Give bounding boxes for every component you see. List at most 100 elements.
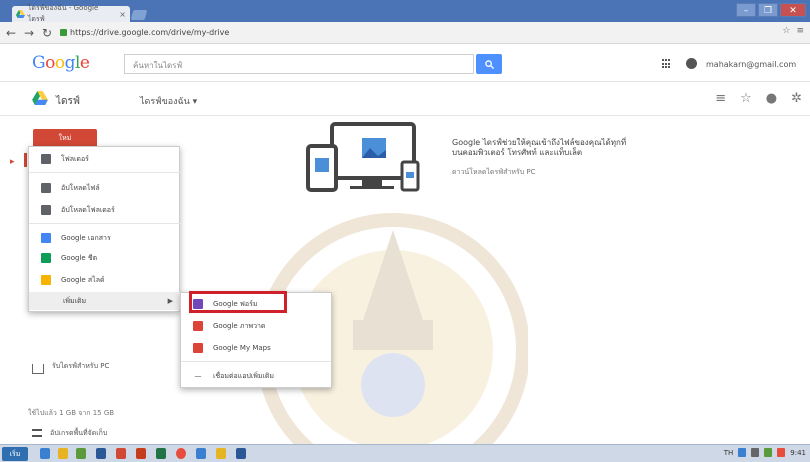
computer-icon bbox=[32, 364, 44, 374]
upload-folder-icon bbox=[41, 205, 51, 215]
highlight-box bbox=[189, 291, 287, 313]
menu-item-upload-folder[interactable]: อัปโหลดโฟลเดอร์ bbox=[29, 201, 181, 219]
taskbar-app-icon[interactable] bbox=[76, 448, 86, 459]
browser-tab[interactable]: ไดรฟ์ของฉัน - Google ไดรฟ์ × bbox=[12, 4, 130, 23]
menu-item-folder[interactable]: โฟลเดอร์ bbox=[29, 150, 181, 168]
account-email[interactable]: mahakarn@gmail.com bbox=[706, 60, 796, 69]
slides-icon bbox=[41, 275, 51, 285]
download-drive-link[interactable]: ดาวน์โหลดไดรฟ์สำหรับ PC bbox=[452, 167, 536, 178]
star-icon[interactable]: ☆ bbox=[782, 26, 790, 36]
forward-arrow-icon[interactable]: → bbox=[24, 26, 34, 40]
menu-divider bbox=[181, 361, 331, 362]
drive-logo-icon[interactable] bbox=[32, 91, 48, 105]
clock: 9:41 bbox=[790, 448, 806, 457]
taskbar-app-icon[interactable] bbox=[156, 448, 166, 459]
taskbar-app-icon[interactable] bbox=[96, 448, 106, 459]
minimize-button[interactable]: – bbox=[736, 3, 756, 17]
taskbar-app-icon[interactable] bbox=[196, 448, 206, 459]
storage-icon bbox=[32, 429, 42, 437]
menu-icon[interactable]: ≡ bbox=[796, 26, 804, 36]
empty-state-title-line2: บนคอมพิวเตอร์ โทรศัพท์ และแท็บเล็ต bbox=[452, 148, 583, 157]
volume-icon[interactable] bbox=[751, 448, 760, 457]
menu-item-label: อัปโหลดโฟลเดอร์ bbox=[61, 205, 115, 214]
taskbar-app-icon[interactable] bbox=[116, 448, 126, 459]
my-maps-icon bbox=[193, 343, 203, 353]
tray-app-icon[interactable] bbox=[777, 448, 786, 457]
search-input[interactable]: ค้นหาในไดรฟ์ bbox=[124, 54, 474, 74]
storage-used-text: ใช้ไปแล้ว 1 GB จาก 15 GB bbox=[28, 409, 115, 417]
taskbar-app-icon[interactable] bbox=[236, 448, 246, 459]
menu-item-label: โฟลเดอร์ bbox=[61, 154, 89, 163]
search-icon bbox=[484, 59, 494, 69]
browser-titlebar: ไดรฟ์ของฉัน - Google ไดรฟ์ × – ❐ ✕ bbox=[0, 0, 810, 23]
taskbar: เริ่ม TH 9:41 bbox=[0, 444, 810, 462]
empty-state-title-line1: Google ไดรฟ์ช่วยให้คุณเข้าถึงไฟล์ของคุณไ… bbox=[452, 138, 627, 147]
back-arrow-icon[interactable]: ← bbox=[6, 26, 16, 40]
drive-header: ไดรฟ์ ไดรฟ์ของฉัน ▾ ≡ ☆ ● ✲ bbox=[0, 82, 810, 116]
menu-item-google-drawings[interactable]: Google ภาพวาด bbox=[181, 317, 331, 335]
close-window-button[interactable]: ✕ bbox=[780, 3, 806, 17]
menu-item-label: Google เอกสาร bbox=[61, 233, 111, 242]
google-logo[interactable]: Google bbox=[32, 53, 90, 73]
google-header: Google ค้นหาในไดรฟ์ mahakarn@gmail.com bbox=[0, 44, 810, 82]
list-view-icon[interactable]: ≡ bbox=[715, 91, 726, 106]
address-bar-actions: ☆ ≡ bbox=[782, 26, 804, 36]
folder-icon bbox=[41, 154, 51, 164]
menu-item-label: Google ภาพวาด bbox=[213, 321, 266, 330]
chevron-right-icon: ▶ bbox=[167, 297, 173, 305]
avatar[interactable] bbox=[686, 58, 697, 69]
taskbar-app-icon[interactable] bbox=[58, 448, 68, 459]
selected-marker bbox=[24, 153, 27, 167]
tray-app-icon[interactable] bbox=[764, 448, 773, 457]
lock-icon bbox=[60, 29, 67, 36]
reload-icon[interactable]: ↻ bbox=[42, 26, 52, 40]
menu-item-label: Google My Maps bbox=[213, 344, 271, 352]
new-tab-button[interactable] bbox=[130, 10, 148, 20]
empty-state-title: Google ไดรฟ์ช่วยให้คุณเข้าถึงไฟล์ของคุณไ… bbox=[452, 138, 672, 158]
window-controls: – ❐ ✕ bbox=[736, 3, 806, 17]
settings-gear-icon[interactable]: ✲ bbox=[791, 91, 802, 106]
menu-item-label: เชื่อมต่อแอปเพิ่มเติม bbox=[213, 371, 275, 380]
menu-item-connect-apps[interactable]: — เชื่อมต่อแอปเพิ่มเติม bbox=[181, 367, 331, 385]
system-tray: TH 9:41 bbox=[724, 448, 806, 457]
docs-icon bbox=[41, 233, 51, 243]
menu-divider bbox=[29, 172, 181, 173]
menu-item-label: Google ชีต bbox=[61, 253, 98, 262]
taskbar-app-icon[interactable] bbox=[216, 448, 226, 459]
devices-illustration bbox=[306, 122, 420, 192]
start-button[interactable]: เริ่ม bbox=[2, 447, 28, 461]
menu-item-label: อัปโหลดไฟล์ bbox=[61, 183, 100, 192]
sheets-icon bbox=[41, 253, 51, 263]
menu-item-google-slides[interactable]: Google สไลด์ bbox=[29, 271, 181, 289]
drive-toolbar: ≡ ☆ ● ✲ bbox=[715, 91, 802, 106]
upgrade-storage-link[interactable]: อัปเกรดพื้นที่จัดเก็บ bbox=[50, 428, 107, 439]
url-field[interactable]: https://drive.google.com/drive/my-drive bbox=[60, 28, 229, 37]
language-indicator[interactable]: TH bbox=[724, 449, 734, 457]
search-button[interactable] bbox=[476, 54, 502, 74]
menu-item-google-sheets[interactable]: Google ชีต bbox=[29, 249, 181, 267]
maximize-button[interactable]: ❐ bbox=[758, 3, 778, 17]
drawings-icon bbox=[193, 321, 203, 331]
menu-item-label: Google สไลด์ bbox=[61, 275, 105, 284]
drive-title: ไดรฟ์ bbox=[56, 96, 80, 107]
menu-item-upload-file[interactable]: อัปโหลดไฟล์ bbox=[29, 179, 181, 197]
url-text: https://drive.google.com/drive/my-drive bbox=[70, 28, 230, 37]
tab-close-icon[interactable]: × bbox=[119, 10, 126, 19]
taskbar-app-icon[interactable] bbox=[136, 448, 146, 459]
expand-arrow-icon[interactable]: ▸ bbox=[10, 157, 15, 167]
my-drive-dropdown[interactable]: ไดรฟ์ของฉัน ▾ bbox=[140, 94, 197, 108]
menu-item-label: เพิ่มเติม bbox=[63, 296, 87, 305]
menu-item-google-my-maps[interactable]: Google My Maps bbox=[181, 339, 331, 357]
info-icon[interactable]: ● bbox=[766, 91, 777, 106]
network-icon[interactable] bbox=[738, 448, 747, 457]
sort-icon[interactable]: ☆ bbox=[740, 91, 752, 106]
taskbar-app-icon[interactable] bbox=[40, 448, 50, 459]
menu-item-google-docs[interactable]: Google เอกสาร bbox=[29, 229, 181, 247]
apps-grid-icon[interactable] bbox=[662, 59, 672, 69]
new-menu: โฟลเดอร์ อัปโหลดไฟล์ อัปโหลดโฟลเดอร์ Goo… bbox=[28, 146, 181, 312]
chrome-taskbar-icon[interactable] bbox=[176, 448, 186, 459]
menu-item-more[interactable]: เพิ่มเติม ▶ bbox=[29, 292, 181, 310]
upload-file-icon bbox=[41, 183, 51, 193]
get-drive-for-pc-link[interactable]: รับไดรฟ์สำหรับ PC bbox=[52, 362, 112, 371]
menu-divider bbox=[29, 223, 181, 224]
